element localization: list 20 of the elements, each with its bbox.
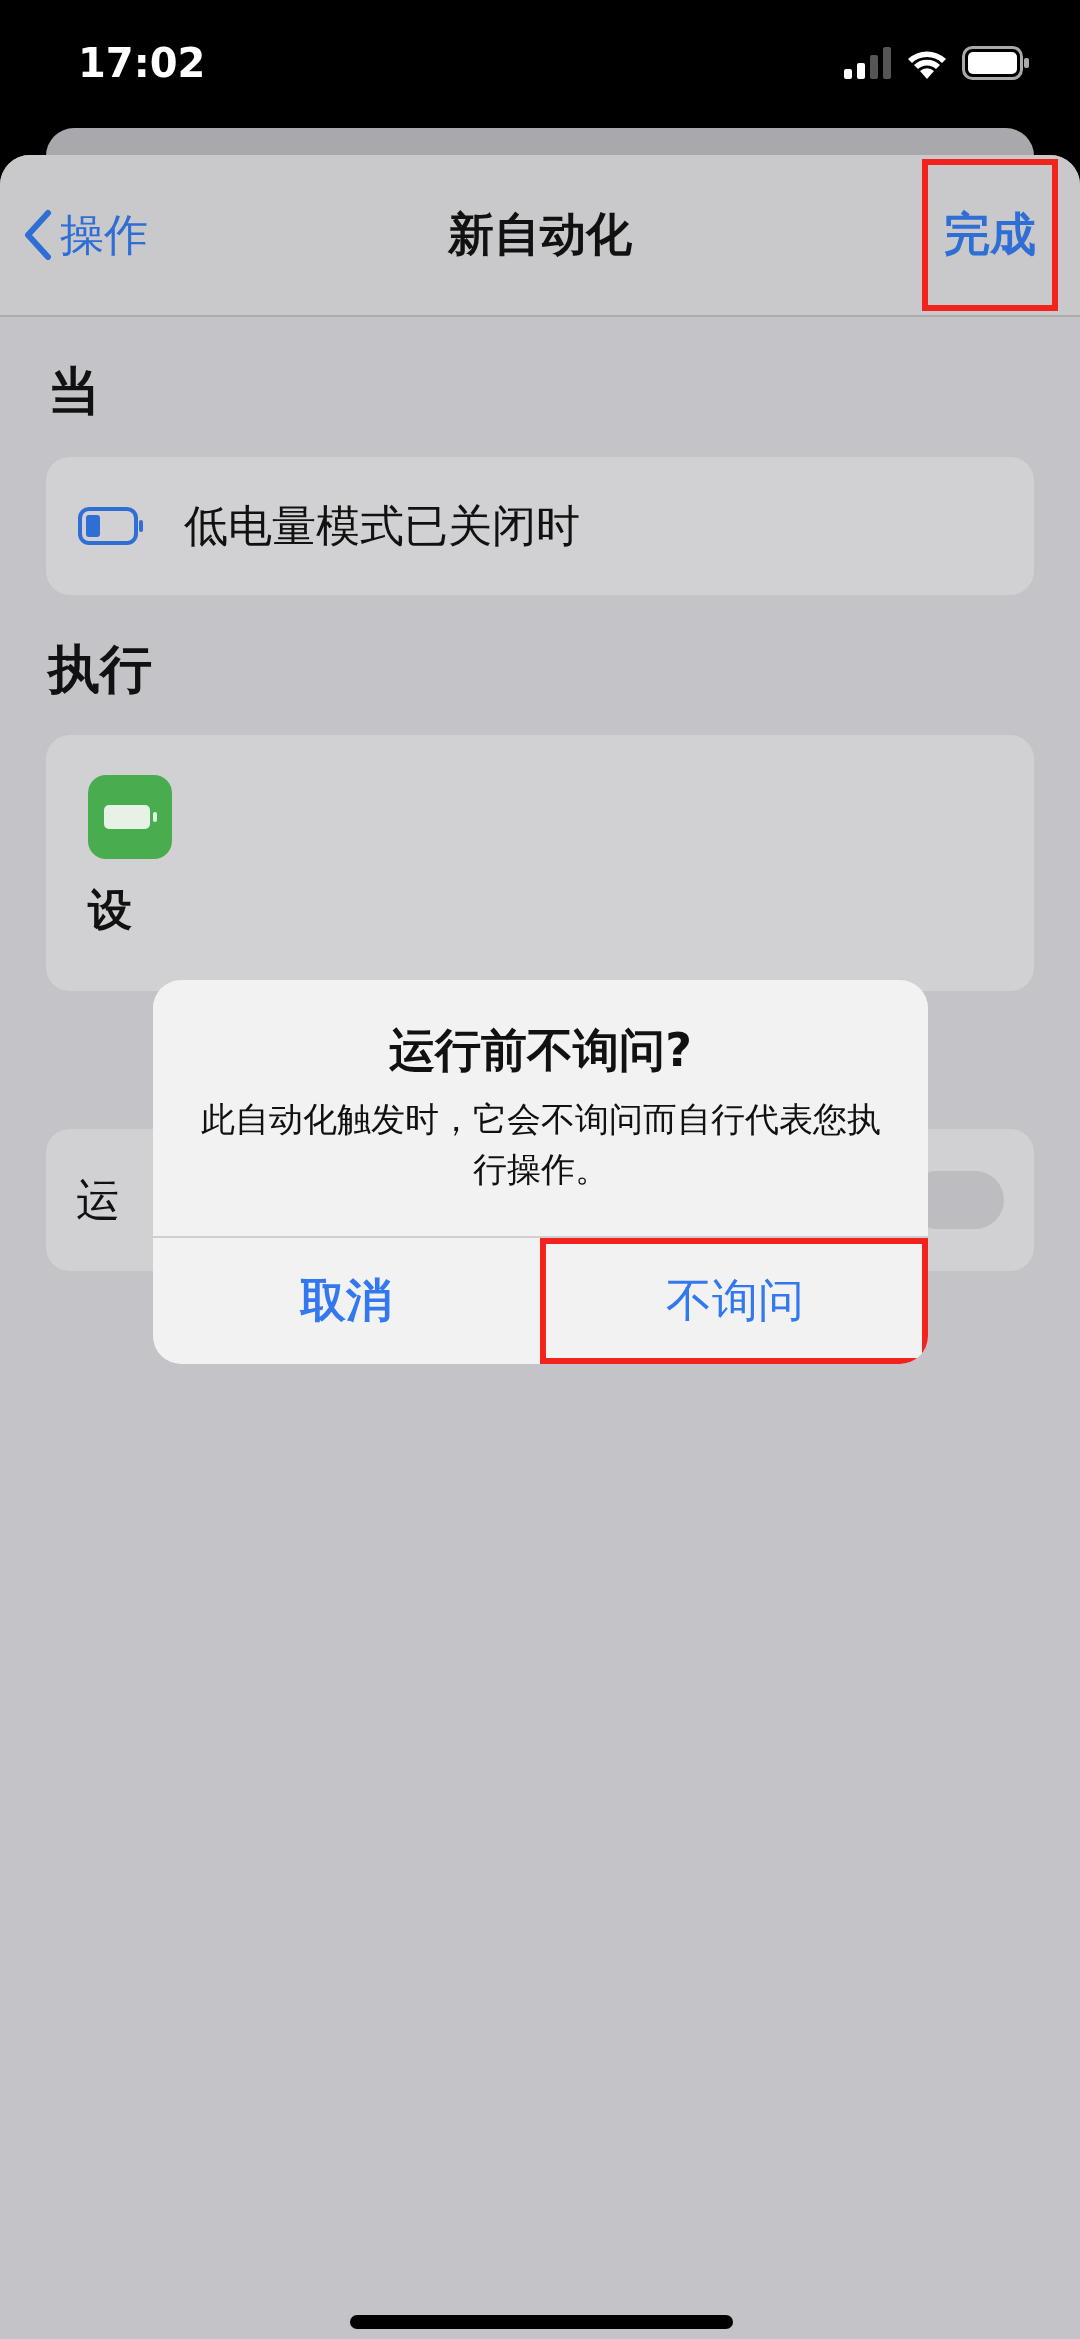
trigger-label: 低电量模式已关闭时 [184,498,580,553]
alert-message: 此自动化触发时，它会不询问而自行代表您执行操作。 [199,1098,882,1191]
done-button[interactable]: 完成 [922,159,1058,311]
alert-button[interactable]: 不询问 [539,1238,928,1364]
row-label: 运 [76,1172,120,1227]
alert-title: 运行前不询问? [388,1022,693,1079]
section-header: 执行 [46,638,153,701]
screen-title: 新自动化 [448,207,632,261]
battery-icon [78,507,144,545]
trigger-card[interactable]: 低电量模式已关闭时 [46,457,1034,595]
chevron-icon [22,209,52,261]
section-header: 当 [47,360,101,423]
battery-icon [88,775,172,859]
status-time: 17:02 [78,39,206,86]
action-label: 设 [88,883,133,937]
alert-button[interactable]: 取消 [153,1238,540,1364]
battery-icon [962,45,1030,80]
action-card[interactable]: 设 [46,735,1034,991]
back-button[interactable]: 操作 [22,205,148,265]
signal-icon [844,46,892,79]
